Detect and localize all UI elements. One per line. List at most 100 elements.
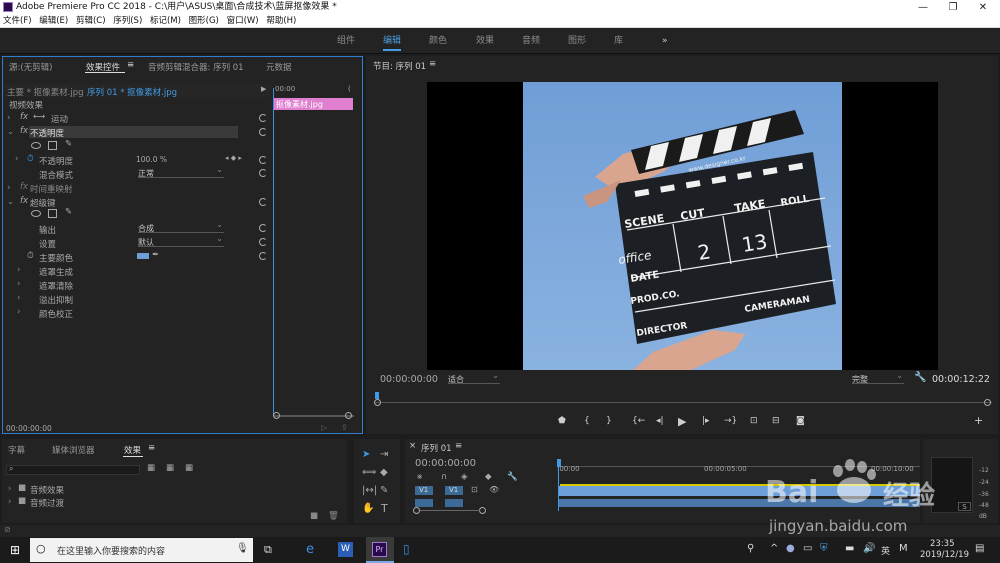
selection-tool-icon[interactable]: ➤ [362,449,370,460]
timeline-zoom-bar[interactable] [420,510,480,511]
rectangle-mask-icon[interactable] [48,209,57,218]
fx-icon[interactable]: fx [20,196,28,206]
effect-timecode[interactable]: 00:00:00:00 [6,424,52,433]
zoom-handle-left[interactable] [273,412,280,419]
menu-sequence[interactable]: 序列(S) [113,16,142,26]
program-playhead[interactable] [375,392,379,399]
tablet-app-icon[interactable]: ▯ [403,542,410,556]
timeline-title[interactable]: 序列 01 [421,442,452,454]
program-timecode[interactable]: 00:00:00:00 [380,374,438,385]
panel-menu-icon[interactable]: ≡ [455,441,462,451]
task-view-icon[interactable]: ⧉ [264,543,272,557]
timeline-zoom-right[interactable] [479,507,486,514]
expand-color-correct-icon[interactable]: › [17,307,20,317]
menu-window[interactable]: 窗口(W) [227,16,259,26]
timeline-zoom-left[interactable] [413,507,420,514]
tab-audio-mixer[interactable]: 音频剪辑混合器: 序列 01 [148,61,244,73]
tab-media-browser[interactable]: 媒体浏览器 [52,444,95,456]
reset-motion-icon[interactable] [259,114,267,122]
expand-matte-cleanup-icon[interactable]: › [17,279,20,289]
timeline-timecode[interactable]: 00:00:00:00 [415,458,476,469]
wrench-settings-icon[interactable]: 🔧 [914,372,926,383]
video-canvas[interactable]: SCENE CUT TAKE ROLL DATE PROD.CO. DIRECT… [427,82,938,370]
tray-app-icon[interactable]: ▭ [803,543,812,554]
microphone-icon[interactable]: 🎙 [236,543,249,554]
clip-bar[interactable]: 抠像素材.jpg [273,98,353,110]
people-icon[interactable]: ⚲ [747,543,754,554]
new-bin-icon[interactable]: ■ [310,511,318,521]
button-editor-icon[interactable]: + [974,414,983,427]
close-sequence-icon[interactable]: × [409,441,416,451]
track-target-v1[interactable]: V1 [445,486,463,495]
taskbar-date[interactable]: 2019/12/19 [920,550,969,560]
setting-select[interactable]: 默认 [138,234,224,247]
audio-effects-item[interactable]: 音频效果 [30,484,64,496]
reset-key-color-icon[interactable] [259,252,267,260]
expand-audio-transitions-icon[interactable]: › [8,497,11,507]
panel-menu-icon[interactable]: ≡ [127,60,134,70]
toggle-track-output-icon[interactable]: 👁 [489,485,499,494]
linked-selection-icon[interactable]: ∩ [441,472,447,482]
menu-clip[interactable]: 剪辑(C) [76,16,106,26]
collapse-ultra-key-icon[interactable]: ⌄ [7,197,14,207]
collapse-opacity-icon[interactable]: ⌄ [7,127,14,137]
expand-matte-gen-icon[interactable]: › [17,265,20,275]
workspace-libraries[interactable]: 库 [614,28,623,54]
panel-menu-icon[interactable]: ≡ [429,59,436,69]
taskbar-search-box[interactable]: ○ 在这里输入你要搜索的内容 🎙 [30,538,253,562]
ellipse-mask-icon[interactable] [31,142,41,149]
workspace-graphics[interactable]: 图形 [568,28,586,54]
export-frame-icon[interactable]: ◙ [796,416,805,426]
fx-icon[interactable]: fx [20,126,28,136]
reset-opacity-param-icon[interactable] [259,156,267,164]
pen-mask-icon[interactable]: ✎ [65,139,72,149]
tab-captions[interactable]: 字幕 [8,444,25,456]
more-workspaces-icon[interactable]: » [662,28,668,54]
add-marker-icon[interactable]: ◈ [461,472,468,482]
volume-icon[interactable]: 🔊 [863,543,875,554]
menu-help[interactable]: 帮助(H) [266,16,296,26]
reset-blend-icon[interactable] [259,169,267,177]
zoom-handle-right[interactable] [345,412,352,419]
notifications-icon[interactable]: ▤ [975,543,984,554]
eyedropper-icon[interactable]: ✒ [152,250,159,260]
ellipse-mask-icon[interactable] [31,210,41,217]
sequence-clip-label[interactable]: 序列 01 * 抠像素材.jpg [87,86,177,98]
export-icon[interactable]: ⇪ [341,423,348,432]
expand-audio-effects-icon[interactable]: › [8,484,11,494]
play-only-icon[interactable]: ▶ [261,85,266,93]
close-button[interactable]: ✕ [968,0,998,15]
menu-graphics[interactable]: 图形(G) [189,16,219,26]
extract-icon[interactable]: ⊟ [772,416,780,426]
step-back-icon[interactable]: ◂| [656,416,664,426]
add-marker-icon[interactable]: ⬟ [558,416,566,426]
expand-opacity-param-icon[interactable]: › [15,154,18,164]
taskbar-time[interactable]: 23:35 [930,539,955,549]
language-indicator[interactable]: 英 [881,544,890,557]
tab-metadata[interactable]: 元数据 [266,61,292,73]
tab-source[interactable]: 源:(无剪辑) [9,61,53,73]
reset-ultra-key-icon[interactable] [259,198,267,206]
delete-icon[interactable]: 🗑 [328,511,339,521]
type-tool-icon[interactable]: T [381,502,388,515]
audio-transitions-item[interactable]: 音频过渡 [30,497,64,509]
expand-spill-icon[interactable]: › [17,293,20,303]
step-forward-icon[interactable]: |▸ [702,416,710,426]
razor-tool-icon[interactable]: ◆ [380,467,388,478]
scrub-handle-right[interactable] [984,399,991,406]
fit-select[interactable]: 适合 [448,371,500,384]
transform-icon[interactable]: ⟷ [33,112,45,122]
maximize-button[interactable]: ❐ [938,0,968,15]
32bit-effects-icon[interactable]: ▦ [166,463,174,473]
yuv-effects-icon[interactable]: ▦ [185,463,193,473]
panel-menu-icon[interactable]: ≡ [148,443,155,453]
effects-search-input[interactable]: ⌕ [6,464,140,475]
marker-icon[interactable]: ◆ [485,472,492,482]
key-color-swatch[interactable] [137,253,149,259]
ime-indicator[interactable]: M [899,543,908,554]
play-button[interactable]: ▶ [678,415,686,428]
go-to-out-icon[interactable]: →} [724,416,737,426]
workspace-color[interactable]: 颜色 [429,28,447,54]
quality-select[interactable]: 完整 [852,371,904,384]
edge-browser-icon[interactable]: e [306,542,314,557]
